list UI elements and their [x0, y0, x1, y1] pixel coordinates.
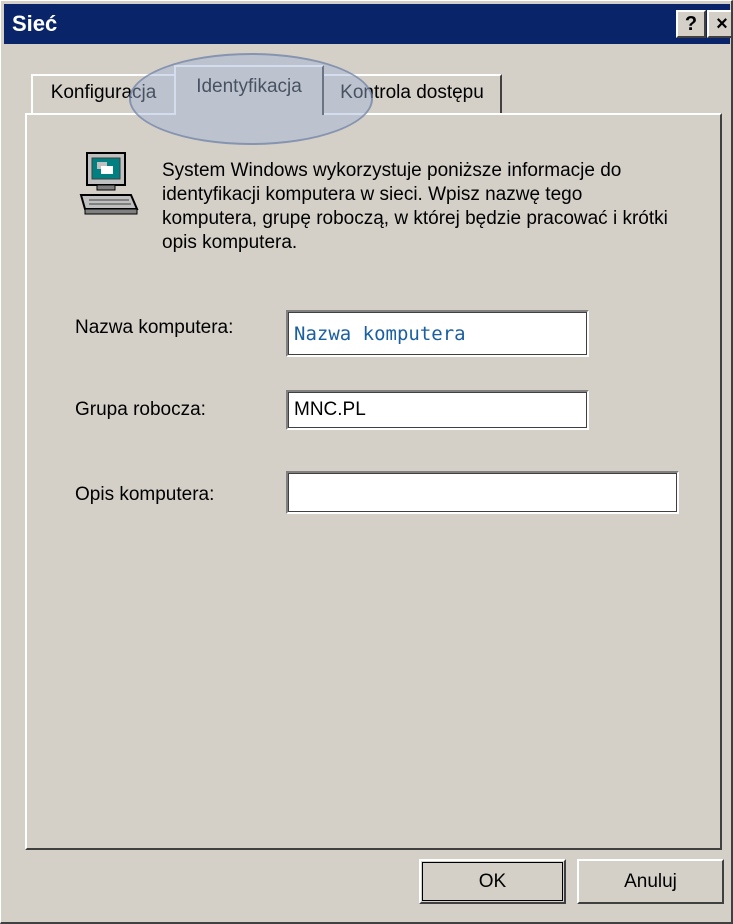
computer-name-input[interactable]: [286, 310, 589, 357]
computer-name-label: Nazwa komputera:: [75, 317, 234, 338]
description-label: Opis komputera:: [75, 484, 215, 505]
tab-identyfikacja[interactable]: Identyfikacja: [174, 65, 324, 115]
info-text: System Windows wykorzystuje poniższe inf…: [162, 160, 668, 253]
workgroup-input[interactable]: [286, 390, 589, 430]
tab-konfiguracja[interactable]: Konfiguracja: [31, 74, 176, 114]
cancel-button[interactable]: Anuluj: [577, 859, 724, 904]
help-button[interactable]: ?: [676, 10, 706, 38]
title-bar[interactable]: Sieć ? ×: [4, 4, 731, 44]
close-button[interactable]: ×: [707, 10, 731, 38]
ok-button[interactable]: OK: [419, 859, 566, 904]
computer-icon: [79, 151, 139, 226]
workgroup-label: Grupa robocza:: [75, 399, 206, 420]
window-title: Sieć: [12, 11, 58, 36]
tab-kontrola-dostepu[interactable]: Kontrola dostępu: [322, 74, 502, 114]
network-dialog: Sieć ? × Konfiguracja Identyfikacja Kont…: [0, 0, 733, 924]
description-input[interactable]: [286, 471, 679, 514]
